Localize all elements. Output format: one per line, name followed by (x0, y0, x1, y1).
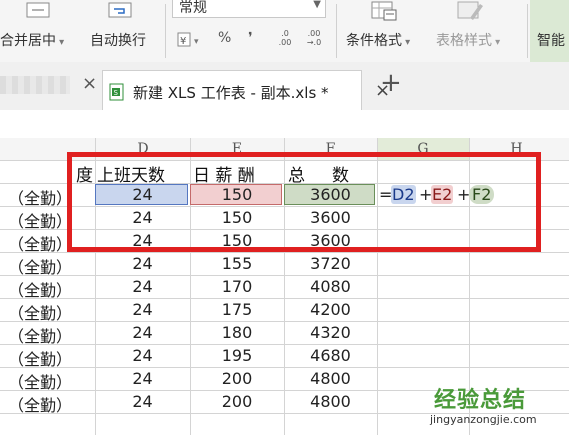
cell-d[interactable]: 24 (95, 277, 190, 296)
decrease-decimal-button[interactable]: .00 →.0 (302, 29, 326, 47)
document-tab-bar: × S 新建 XLS 工作表 - 副本.xls * × + (0, 62, 569, 111)
svg-text:S: S (114, 89, 119, 97)
separator (336, 4, 337, 58)
cell-f[interactable]: 4080 (284, 277, 377, 296)
cell-e[interactable]: 180 (190, 323, 284, 342)
cell-f[interactable]: 3720 (284, 254, 377, 273)
smart-label: 智能 (537, 33, 565, 49)
increase-decimal-button[interactable]: .0 .00 (274, 29, 296, 47)
conditional-format-label: 条件格式 (346, 33, 402, 49)
cell-f[interactable]: 4320 (284, 323, 377, 342)
comma-button[interactable]: ❜ (248, 30, 253, 46)
decrease-decimal-label: .00 →.0 (306, 29, 322, 47)
cell-b[interactable]: （全勤） (8, 323, 96, 347)
table-style-icon (456, 0, 486, 22)
watermark-url: jingyanzongjie.com (430, 413, 537, 426)
cell-f[interactable]: 4680 (284, 346, 377, 365)
watermark-title: 经验总结 (434, 388, 527, 413)
percent-button[interactable]: % (218, 30, 231, 46)
svg-text:▾: ▾ (194, 37, 199, 47)
file-icon: S (109, 83, 125, 101)
number-format-value: 常规 (179, 0, 207, 16)
cell-d[interactable]: 24 (95, 254, 190, 273)
cell-e[interactable]: 175 (190, 300, 284, 319)
table-style-button[interactable]: 表格样式 ▾ (436, 30, 500, 50)
cell-d[interactable]: 24 (95, 392, 190, 411)
wrap-text-label: 自动换行 (90, 33, 146, 49)
wrap-text-button[interactable]: 自动换行 (90, 30, 146, 50)
cell-f[interactable]: 4800 (284, 369, 377, 388)
cell-b[interactable]: （全勤） (8, 392, 96, 416)
separator (527, 4, 528, 58)
cell-d[interactable]: 24 (95, 323, 190, 342)
conditional-format-icon (370, 0, 400, 22)
merge-center-label: 合并居中 (0, 33, 56, 49)
annotation-rectangle (67, 152, 541, 252)
watermark: 经验总结 jingyanzongjie.com (430, 382, 569, 435)
increase-decimal-label: .0 .00 (278, 29, 292, 47)
add-tab-icon[interactable]: + (380, 68, 402, 98)
close-tab-icon[interactable]: × (82, 73, 97, 94)
cell-b[interactable]: （全勤） (8, 369, 96, 393)
number-format-icon[interactable]: ¥ ▾ (176, 30, 210, 50)
table-style-label: 表格样式 (436, 33, 492, 49)
cell-b[interactable]: （全勤） (8, 300, 96, 324)
cell-f[interactable]: 4200 (284, 300, 377, 319)
cell-e[interactable]: 200 (190, 392, 284, 411)
svg-text:¥: ¥ (180, 36, 186, 47)
ribbon-toolbar: 合并居中 ▾ 自动换行 常规 ▼ ¥ ▾ % ❜ .0 .00 .00 →.0 条… (0, 0, 569, 63)
merge-center-button[interactable]: 合并居中 ▾ (0, 30, 64, 50)
cell-b[interactable]: （全勤） (8, 254, 96, 278)
chevron-down-icon: ▼ (313, 0, 321, 10)
cell-d[interactable]: 24 (95, 346, 190, 365)
blurred-tab[interactable] (0, 76, 70, 94)
smart-button[interactable]: 智能 (530, 0, 569, 62)
cell-b[interactable]: （全勤） (8, 346, 96, 370)
cell-b[interactable]: （全勤） (8, 277, 96, 301)
cell-e[interactable]: 170 (190, 277, 284, 296)
cell-d[interactable]: 24 (95, 369, 190, 388)
wrap-text-icon (106, 2, 134, 20)
cell-f[interactable]: 4800 (284, 392, 377, 411)
tab-title: 新建 XLS 工作表 - 副本.xls * (133, 84, 329, 102)
active-tab[interactable]: S 新建 XLS 工作表 - 副本.xls * × (102, 70, 390, 111)
merge-center-icon (24, 2, 52, 20)
number-format-select[interactable]: 常规 ▼ (172, 0, 326, 18)
separator (165, 4, 166, 58)
cell-e[interactable]: 195 (190, 346, 284, 365)
cell-e[interactable]: 155 (190, 254, 284, 273)
conditional-format-button[interactable]: 条件格式 ▾ (346, 30, 410, 50)
cell-e[interactable]: 200 (190, 369, 284, 388)
cell-d[interactable]: 24 (95, 300, 190, 319)
